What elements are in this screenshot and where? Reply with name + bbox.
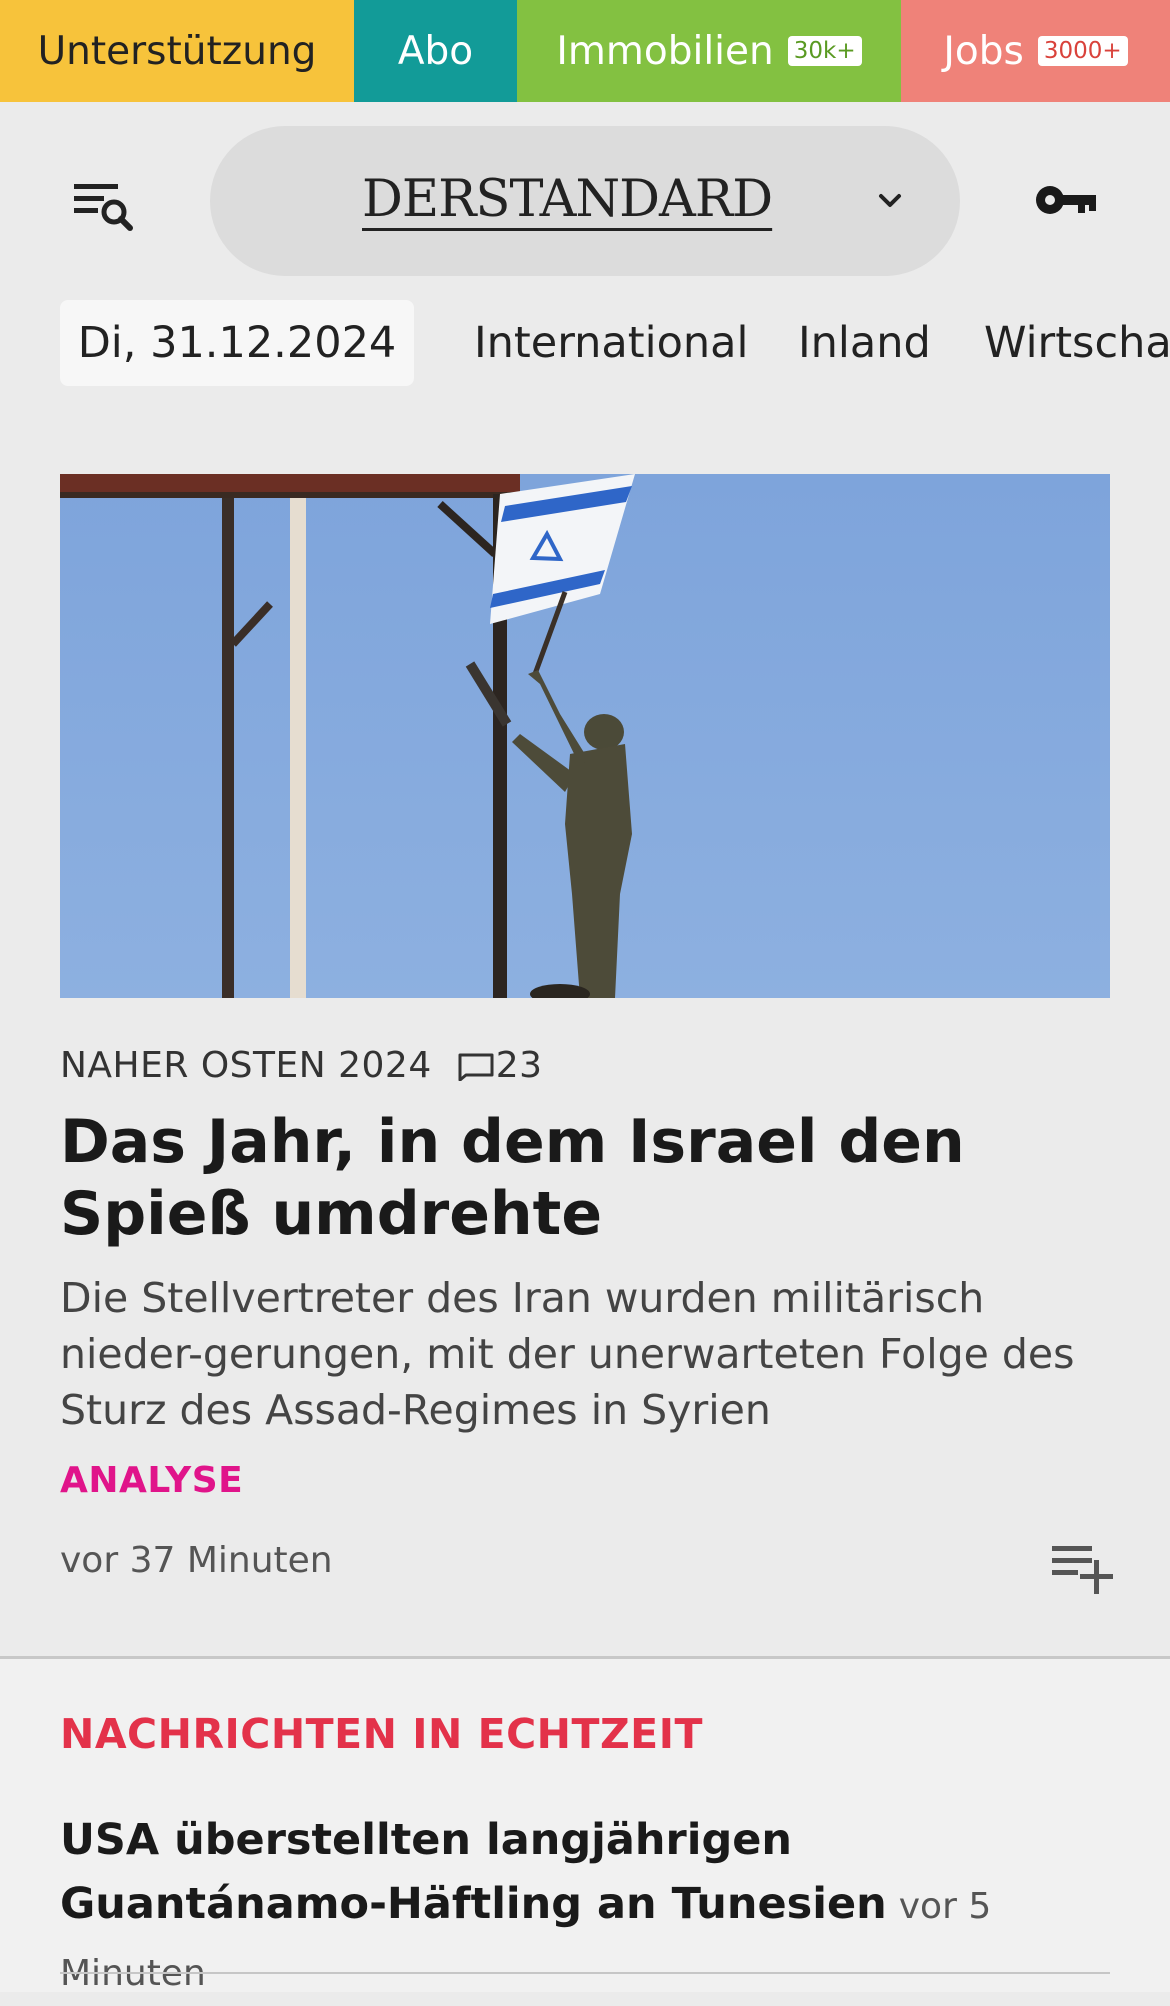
nav-item-wirtschaft[interactable]: Wirtscha — [984, 300, 1170, 386]
abo-label: Abo — [397, 28, 474, 74]
jobs-count-badge: 3000+ — [1037, 36, 1128, 66]
service-bar: Unterstützung Abo Immobilien 30k+ Jobs 3… — [0, 0, 1170, 102]
comment-count: 23 — [495, 1044, 543, 1086]
nav-item-international[interactable]: International — [474, 300, 748, 386]
support-label: Unterstützung — [37, 28, 317, 74]
live-news-title[interactable]: NACHRICHTEN IN ECHTZEIT — [60, 1710, 703, 1758]
section-nav: Di, 31.12.2024 International Inland Wirt… — [0, 300, 1170, 386]
key-icon — [1036, 186, 1096, 214]
soldier-flag-photo — [60, 474, 1110, 998]
playlist-add-icon — [1052, 1546, 1113, 1594]
jobs-link[interactable]: Jobs 3000+ — [901, 0, 1170, 102]
nav-item-inland[interactable]: Inland — [798, 300, 931, 386]
menu-search-button[interactable] — [68, 170, 138, 240]
immobilien-link[interactable]: Immobilien 30k+ — [517, 0, 901, 102]
lead-timestamp: vor 37 Minuten — [60, 1540, 333, 1581]
add-to-reading-list-button[interactable] — [1050, 1540, 1114, 1596]
lead-kicker: NAHER OSTEN 2024 — [60, 1044, 432, 1086]
date-chip[interactable]: Di, 31.12.2024 — [60, 300, 414, 386]
list-divider — [60, 1972, 1110, 1974]
live-news-item[interactable]: USA überstellten langjährigen Guantánamo… — [60, 1808, 1120, 2006]
logo-edition-selector[interactable]: DERSTANDARD — [210, 126, 960, 276]
immobilien-count-badge: 30k+ — [787, 36, 862, 66]
menu-search-icon — [74, 184, 133, 231]
article-type-label: ANALYSE — [60, 1460, 244, 1501]
login-button[interactable] — [1030, 175, 1110, 225]
support-link[interactable]: Unterstützung — [0, 0, 354, 102]
comments-link[interactable]: 23 — [456, 1045, 543, 1086]
lead-headline[interactable]: Das Jahr, in dem Israel den Spieß umdreh… — [60, 1106, 1110, 1250]
lead-teaser[interactable]: Die Stellvertreter des Iran wurden milit… — [60, 1270, 1120, 1438]
chevron-down-icon — [879, 194, 901, 207]
live-news-headline: USA überstellten langjährigen Guantánamo… — [60, 1815, 887, 1929]
logo: DERSTANDARD — [362, 170, 773, 229]
abo-link[interactable]: Abo — [354, 0, 517, 102]
lead-article-image[interactable] — [60, 474, 1110, 998]
jobs-label: Jobs — [943, 28, 1024, 74]
comment-icon — [458, 1053, 494, 1081]
immobilien-label: Immobilien — [556, 28, 774, 74]
lead-kicker-row: NAHER OSTEN 2024 23 — [60, 1040, 543, 1090]
